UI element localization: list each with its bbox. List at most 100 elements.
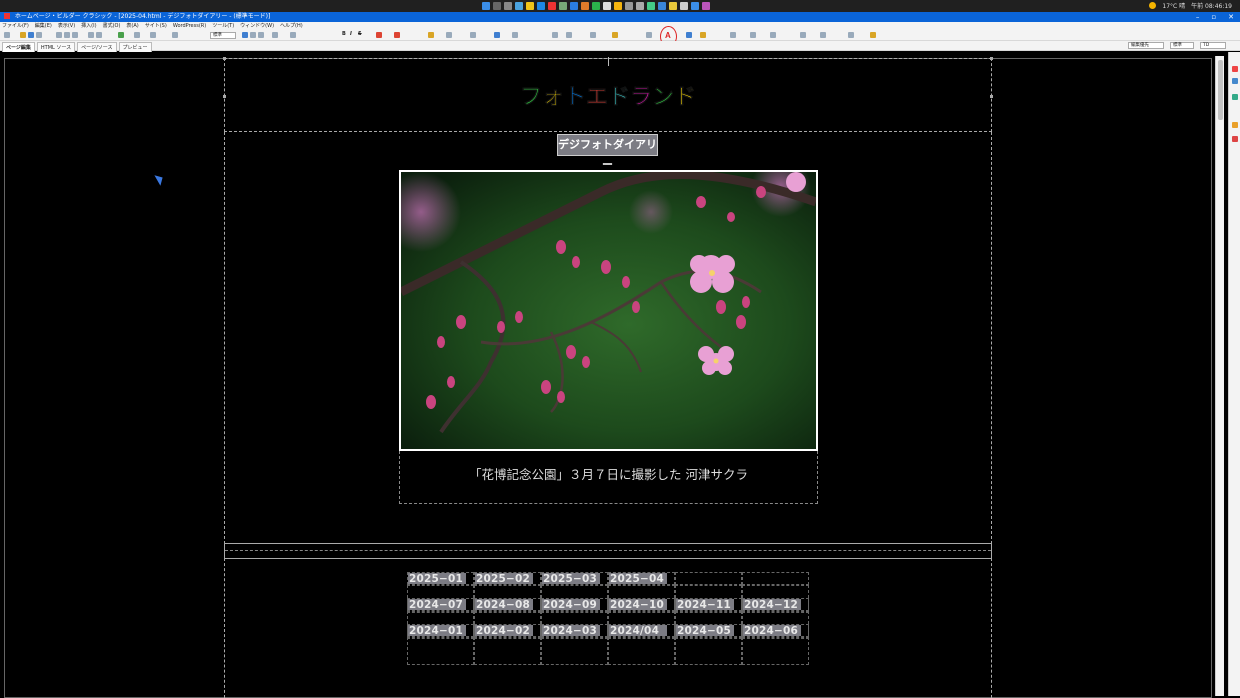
taskbar-app-icon[interactable]	[559, 2, 567, 10]
minimize-icon[interactable]: –	[1196, 12, 1200, 22]
style-select[interactable]: 標準	[210, 32, 236, 39]
list-icon[interactable]	[272, 32, 278, 38]
bucket-icon[interactable]	[612, 32, 618, 38]
archive-month-link[interactable]: 2024−05	[676, 625, 734, 636]
archive-month-link[interactable]: 2025−02	[475, 573, 533, 584]
template-icon[interactable]	[590, 32, 596, 38]
maximize-icon[interactable]: ▫	[1211, 12, 1216, 22]
font-decoration-icon[interactable]: A	[665, 31, 671, 40]
archive-cell-month[interactable]: 2024−03	[541, 624, 608, 637]
sakura-photo[interactable]	[399, 170, 818, 451]
font-size-icon[interactable]	[376, 32, 382, 38]
menu-help[interactable]: ヘルプ(H)	[280, 22, 303, 30]
taskbar-app-icon[interactable]	[636, 2, 644, 10]
save-icon[interactable]	[28, 32, 34, 38]
scrollbar-thumb[interactable]	[1218, 60, 1223, 120]
link-icon[interactable]	[118, 32, 124, 38]
header-cell[interactable]: フォトエドランド	[223, 57, 993, 132]
marker-icon[interactable]	[428, 32, 434, 38]
italic-icon[interactable]: I	[350, 31, 352, 37]
taskbar-app-icon[interactable]	[691, 2, 699, 10]
archive-empty-cell[interactable]	[675, 637, 742, 665]
archive-month-link[interactable]: 2024−03	[542, 625, 600, 636]
hr-icon[interactable]	[446, 32, 452, 38]
archive-cell-month[interactable]: 2024−05	[675, 624, 742, 637]
weather-text[interactable]: 17°C 晴	[1162, 1, 1185, 10]
archive-cell-month[interactable]: 2024−12	[742, 598, 809, 611]
menu-table[interactable]: 表(A)	[126, 22, 138, 30]
caption-cell[interactable]: 「花博記念公園」３月７日に撮影した 河津サクラ	[399, 451, 818, 504]
menu-wordpress[interactable]: WordPress(R)	[173, 22, 206, 30]
split-icon[interactable]	[820, 32, 826, 38]
row-icon[interactable]	[750, 32, 756, 38]
archive-month-link[interactable]: 2024−12	[743, 599, 801, 610]
archive-cell-month[interactable]: 2024−10	[608, 598, 675, 611]
clock[interactable]: 午前 08:46:19	[1191, 1, 1232, 10]
start-icon[interactable]	[482, 2, 490, 10]
archive-cell-month[interactable]: 2024−06	[742, 624, 809, 637]
redo-icon[interactable]	[96, 32, 102, 38]
cell-icon[interactable]	[730, 32, 736, 38]
panel-icon[interactable]	[1232, 66, 1238, 72]
font-color-icon[interactable]	[394, 32, 400, 38]
cell-handle[interactable]	[223, 57, 226, 60]
edit-priority-select[interactable]: 編集優先	[1128, 42, 1164, 49]
homepage-builder-icon[interactable]	[548, 2, 556, 10]
menu-site[interactable]: サイト(S)	[145, 22, 167, 30]
taskbar-app-icon[interactable]	[570, 2, 578, 10]
firefox-icon[interactable]	[581, 2, 589, 10]
insert-image-icon[interactable]	[494, 32, 500, 38]
taskbar-app-icon[interactable]	[669, 2, 677, 10]
taskbar-app-icon[interactable]	[592, 2, 600, 10]
align-right-icon[interactable]	[258, 32, 264, 38]
archive-month-link[interactable]: 2024/04	[609, 625, 667, 636]
task-view-icon[interactable]	[504, 2, 512, 10]
separator-row[interactable]	[224, 543, 992, 559]
new-page-icon[interactable]	[4, 32, 10, 38]
preview-icon[interactable]	[172, 32, 178, 38]
panel-icon[interactable]	[1232, 78, 1238, 84]
archive-month-link[interactable]: 2024−07	[408, 599, 466, 610]
folder-icon[interactable]	[700, 32, 706, 38]
frame-icon[interactable]	[566, 32, 572, 38]
image-icon[interactable]	[134, 32, 140, 38]
panel-icon[interactable]	[1232, 94, 1238, 100]
save-all-icon[interactable]	[36, 32, 42, 38]
taskbar-app-icon[interactable]	[614, 2, 622, 10]
undo-icon[interactable]	[88, 32, 94, 38]
align-left-icon[interactable]	[242, 32, 248, 38]
align-center-icon[interactable]	[250, 32, 256, 38]
close-icon[interactable]: ✕	[1228, 12, 1234, 22]
archive-cell-month[interactable]: 2024/04	[608, 624, 675, 637]
weather-icon[interactable]	[1149, 2, 1157, 9]
panel-icon[interactable]	[1232, 136, 1238, 142]
tools-icon[interactable]	[646, 32, 652, 38]
archive-month-link[interactable]: 2025−03	[542, 573, 600, 584]
archive-cell-month[interactable]: 2024−09	[541, 598, 608, 611]
insert-table-icon[interactable]	[512, 32, 518, 38]
indent-icon[interactable]	[290, 32, 296, 38]
archive-cell-month[interactable]: 2024−02	[474, 624, 541, 637]
vertical-scrollbar[interactable]	[1215, 56, 1224, 696]
archive-cell-month[interactable]: 2025−01	[407, 572, 474, 585]
archive-month-link[interactable]: 2024−09	[542, 599, 600, 610]
archive-cell-month[interactable]: 2025−03	[541, 572, 608, 585]
archive-cell-month[interactable]	[675, 572, 742, 585]
archive-month-link[interactable]: 2024−02	[475, 625, 533, 636]
edge-icon[interactable]	[537, 2, 545, 10]
menu-file[interactable]: ファイル(F)	[2, 22, 29, 30]
menu-insert[interactable]: 挿入(I)	[81, 22, 96, 30]
archive-cell-month[interactable]: 2025−04	[608, 572, 675, 585]
archive-empty-cell[interactable]	[407, 637, 474, 665]
copy-icon[interactable]	[64, 32, 70, 38]
archive-empty-cell[interactable]	[608, 637, 675, 665]
archive-empty-cell[interactable]	[474, 637, 541, 665]
archive-month-link[interactable]: 2025−01	[408, 573, 466, 584]
taskbar-app-icon[interactable]	[515, 2, 523, 10]
archive-month-link[interactable]: 2024−11	[676, 599, 734, 610]
strikethrough-icon[interactable]: S	[358, 31, 362, 37]
archive-month-link[interactable]: 2024−08	[475, 599, 533, 610]
archive-empty-cell[interactable]	[541, 637, 608, 665]
panel-icon[interactable]	[1232, 122, 1238, 128]
cut-icon[interactable]	[56, 32, 62, 38]
